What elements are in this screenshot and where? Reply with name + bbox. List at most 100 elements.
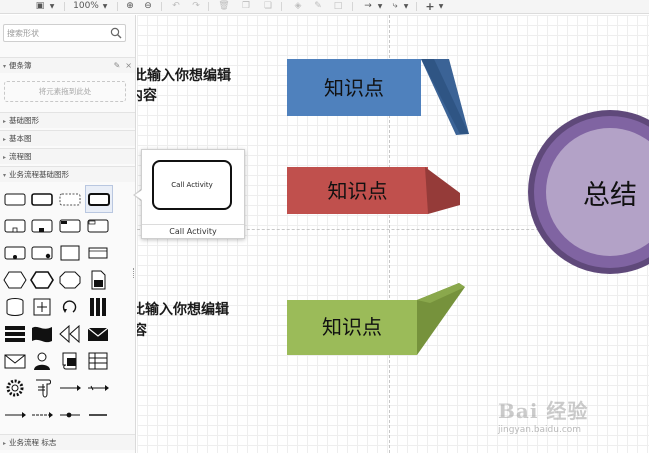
- red-node-fin: [425, 167, 460, 214]
- chevron-down-icon[interactable]: ▼: [48, 0, 56, 13]
- section-label: 业务流程 标志: [9, 438, 57, 447]
- undo-icon[interactable]: ↶: [170, 0, 182, 13]
- delete-icon[interactable]: 🗑: [218, 0, 230, 13]
- event-subprocess-shape[interactable]: [58, 188, 82, 210]
- red-node-label[interactable]: 知识点: [287, 171, 428, 211]
- redo-icon[interactable]: ↷: [190, 0, 202, 13]
- shape-sidebar: ▾便条簿 ✎× 将元素拖到此处 ▸基础图形 ▸基本图 ▸流程图 ▾业务流程基础图…: [0, 15, 136, 453]
- scroll-icon[interactable]: [30, 377, 54, 399]
- text-fragment-bottom-line1[interactable]: 在此输入你想编辑: [137, 300, 229, 320]
- conditional-flow-icon[interactable]: [30, 404, 54, 426]
- toolbar-divider: [416, 2, 417, 11]
- call-activity-shape[interactable]: [85, 185, 113, 213]
- section-business-process[interactable]: ▾ 业务流程基础图形: [0, 166, 135, 182]
- header-rect-shape[interactable]: [86, 242, 110, 264]
- hexagon-shape[interactable]: [3, 269, 27, 291]
- data-store-icon[interactable]: [3, 296, 27, 318]
- task-shape[interactable]: [3, 188, 27, 210]
- app-window: ▣ ▼ 100% ▼ ⊕ ⊖ ↶ ↷ 🗑 ❐ ❏ ◈ ✎ □ → ▼ ⤷ ▼ +…: [0, 0, 649, 453]
- script-icon[interactable]: [58, 350, 82, 372]
- section-scratchpad[interactable]: ▾ 便条簿 ✎ ×: [0, 57, 135, 74]
- toolbar: ▣ ▼ 100% ▼ ⊕ ⊖ ↶ ↷ 🗑 ❐ ❏ ◈ ✎ □ → ▼ ⤷ ▼ +…: [0, 0, 649, 14]
- text-fragment-top-line2[interactable]: 的内容: [137, 86, 157, 106]
- zoom-out-icon[interactable]: ⊖: [142, 0, 154, 13]
- popup-pointer-inner: [135, 190, 142, 200]
- popup-caption: Call Activity: [169, 227, 217, 236]
- connection-style-icon[interactable]: →: [360, 0, 376, 13]
- line-color-icon[interactable]: ✎: [312, 0, 324, 13]
- section-label: 基础图形: [9, 116, 39, 125]
- section-business-process-markers[interactable]: ▸ 业务流程 标志: [0, 434, 135, 450]
- shape-preview-popup: Call Activity Call Activity: [141, 149, 245, 239]
- receive-task-shape[interactable]: [86, 215, 110, 237]
- hexagon-bold-shape[interactable]: [30, 269, 54, 291]
- section-label: 业务流程基础图形: [9, 170, 69, 179]
- chevron-down-icon[interactable]: ▼: [437, 0, 445, 13]
- parallel-bars-icon[interactable]: [86, 296, 110, 318]
- send-task-shape[interactable]: [58, 215, 82, 237]
- watermark-url: jingyan.baidu.com: [498, 425, 582, 435]
- plain-rect-shape[interactable]: [58, 242, 82, 264]
- close-icon[interactable]: ×: [125, 61, 132, 70]
- section-basic-shapes[interactable]: ▸ 基础图形: [0, 112, 135, 128]
- insert-plus-icon[interactable]: +: [424, 0, 436, 13]
- chevron-down-icon[interactable]: ▼: [376, 0, 384, 13]
- toolbar-divider: [352, 2, 353, 11]
- octagon-shape[interactable]: [58, 269, 82, 291]
- text-fragment-bottom-line2[interactable]: 的内容: [137, 321, 147, 341]
- fill-color-icon[interactable]: ◈: [292, 0, 304, 13]
- transaction-shape[interactable]: [30, 188, 54, 210]
- plus-box-icon[interactable]: [30, 296, 54, 318]
- toolbar-divider: [208, 2, 209, 11]
- toolbar-divider: [281, 2, 282, 11]
- loop-task-shape[interactable]: [30, 215, 54, 237]
- search-input[interactable]: [4, 25, 108, 41]
- to-back-icon[interactable]: ❏: [262, 0, 274, 13]
- loop-icon[interactable]: [58, 296, 82, 318]
- rewind-icon[interactable]: [58, 323, 82, 345]
- envelope-icon[interactable]: [3, 350, 27, 372]
- scratchpad-title: 便条簿: [9, 61, 32, 70]
- scratchpad-tools: ✎ ×: [109, 58, 132, 74]
- message-flow-icon[interactable]: [3, 404, 27, 426]
- association-icon[interactable]: [58, 404, 82, 426]
- baidu-watermark: Bai 经验 jingyan.baidu.com: [498, 393, 648, 453]
- toolbar-divider: [64, 2, 65, 11]
- watermark-brand: Bai 经验: [498, 399, 589, 423]
- search-icon[interactable]: [109, 26, 123, 40]
- call-activity-preview: Call Activity: [152, 160, 232, 210]
- text-fragment-top-line1[interactable]: 在此输入你想编辑: [137, 66, 231, 86]
- zoom-dropdown-icon[interactable]: ▼: [101, 0, 109, 13]
- user-task-shape[interactable]: [3, 242, 27, 264]
- chevron-down-icon[interactable]: ▼: [402, 0, 410, 13]
- section-flowchart[interactable]: ▸ 流程图: [0, 148, 135, 164]
- document-icon[interactable]: [86, 269, 110, 291]
- shadow-icon[interactable]: □: [332, 0, 344, 13]
- table-icon[interactable]: [86, 350, 110, 372]
- to-front-icon[interactable]: ❐: [240, 0, 252, 13]
- view-layout-icon[interactable]: ▣: [34, 0, 46, 13]
- sidebar-resize-handle[interactable]: [133, 268, 136, 278]
- line-icon[interactable]: [86, 404, 110, 426]
- user-icon[interactable]: [30, 350, 54, 372]
- search-box: [3, 24, 126, 42]
- ad-hoc-task-shape[interactable]: [30, 242, 54, 264]
- waypoints-icon[interactable]: ⤷: [388, 0, 402, 13]
- subprocess-shape[interactable]: [3, 215, 27, 237]
- shape-palette: [0, 185, 135, 440]
- zoom-in-icon[interactable]: ⊕: [124, 0, 136, 13]
- scratchpad-dropzone[interactable]: 将元素拖到此处: [4, 81, 126, 102]
- gear-icon[interactable]: [3, 377, 27, 399]
- sequential-bars-icon[interactable]: [3, 323, 27, 345]
- blue-node-label[interactable]: 知识点: [287, 68, 421, 108]
- green-node-label[interactable]: 知识点: [287, 307, 417, 347]
- envelope-filled-icon[interactable]: [86, 323, 110, 345]
- signal-wave-icon[interactable]: [30, 323, 54, 345]
- summary-label[interactable]: 总结: [560, 173, 649, 212]
- edit-icon[interactable]: ✎: [114, 61, 121, 70]
- section-label: 基本图: [9, 134, 32, 143]
- section-basic-diagram[interactable]: ▸ 基本图: [0, 130, 135, 146]
- sequence-flow-icon[interactable]: [58, 377, 82, 399]
- default-flow-icon[interactable]: [86, 377, 110, 399]
- zoom-level[interactable]: 100%: [72, 0, 100, 13]
